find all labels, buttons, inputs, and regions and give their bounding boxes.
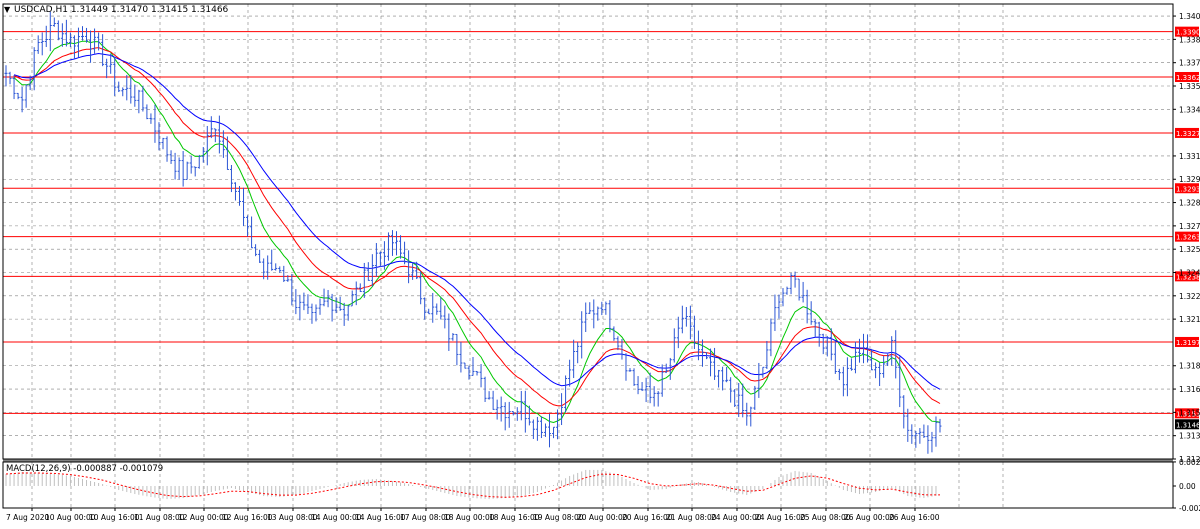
moving-average-line — [13, 40, 941, 424]
y-tick-label: 1.32410 — [1179, 268, 1200, 277]
x-tick-label: 20 Aug 00:00 — [577, 513, 628, 522]
y-tick-label: 1.34005 — [1179, 12, 1200, 21]
level-price-label: 1.32934 — [1176, 185, 1200, 193]
x-tick-label: 7 Aug 2020 — [6, 513, 49, 522]
main-chart-frame — [2, 3, 1174, 460]
moving-averages-layer — [13, 40, 941, 424]
x-tick-label: 26 Aug 00:00 — [844, 513, 895, 522]
y-tick-label: 1.31540 — [1179, 408, 1200, 417]
x-tick-label: 14 Aug 16:00 — [355, 513, 406, 522]
x-tick-label: 18 Aug 00:00 — [444, 513, 495, 522]
y-tick-label: 1.33860 — [1179, 35, 1200, 44]
x-tick-label: 12 Aug 16:00 — [222, 513, 273, 522]
macd-indicator-label: MACD(12,26,9) -0.000887 -0.001079 — [6, 464, 163, 474]
symbol-info-label: USDCAD,H1 1.31449 1.31470 1.31415 1.3146… — [14, 5, 229, 15]
x-tick-label: 24 Aug 16:00 — [755, 513, 806, 522]
y-tick-label: 1.33570 — [1179, 82, 1200, 91]
price-chart-svg[interactable]: 1.339081.336261.332781.329341.326331.323… — [0, 0, 1200, 525]
current-price-label: 1.31466 — [1176, 421, 1200, 429]
macd-frame — [2, 461, 1174, 509]
macd-y-tick-label: 0.00 — [1179, 482, 1196, 491]
y-tick-label: 1.31395 — [1179, 432, 1200, 441]
macd-y-tick-label: 0.002397 — [1179, 458, 1200, 467]
y-tick-label: 1.33715 — [1179, 59, 1200, 68]
level-price-label: 1.33626 — [1176, 74, 1200, 82]
y-tick-label: 1.32265 — [1179, 292, 1200, 301]
level-price-label: 1.33278 — [1176, 130, 1200, 138]
y-tick-label: 1.33425 — [1179, 105, 1200, 114]
x-tick-label: 21 Aug 08:00 — [666, 513, 717, 522]
y-tick-label: 1.32700 — [1179, 222, 1200, 231]
x-tick-label: 10 Aug 16:00 — [89, 513, 140, 522]
moving-average-line — [13, 52, 941, 390]
y-tick-label: 1.32990 — [1179, 175, 1200, 184]
x-tick-label: 26 Aug 16:00 — [889, 513, 940, 522]
chart-window[interactable]: 1.339081.336261.332781.329341.326331.323… — [0, 0, 1200, 525]
y-tick-label: 1.31685 — [1179, 385, 1200, 394]
axes-layer — [2, 3, 1176, 511]
price-bars-layer — [4, 11, 942, 454]
y-tick-label: 1.33135 — [1179, 152, 1200, 161]
horizontal-levels-layer: 1.339081.336261.332781.329341.326331.323… — [3, 26, 1200, 419]
y-tick-label: 1.32845 — [1179, 199, 1200, 208]
grid-layer — [3, 4, 1173, 508]
level-price-label: 1.32633 — [1176, 234, 1200, 242]
collapse-triangle-icon[interactable]: ▼ — [4, 5, 11, 14]
macd-layer — [5, 469, 941, 500]
y-tick-label: 1.31830 — [1179, 362, 1200, 371]
y-tick-label: 1.32120 — [1179, 315, 1200, 324]
macd-y-tick-label: -0.00219 — [1179, 504, 1200, 513]
level-price-label: 1.31978 — [1176, 339, 1200, 347]
y-tick-label: 1.32555 — [1179, 245, 1200, 254]
